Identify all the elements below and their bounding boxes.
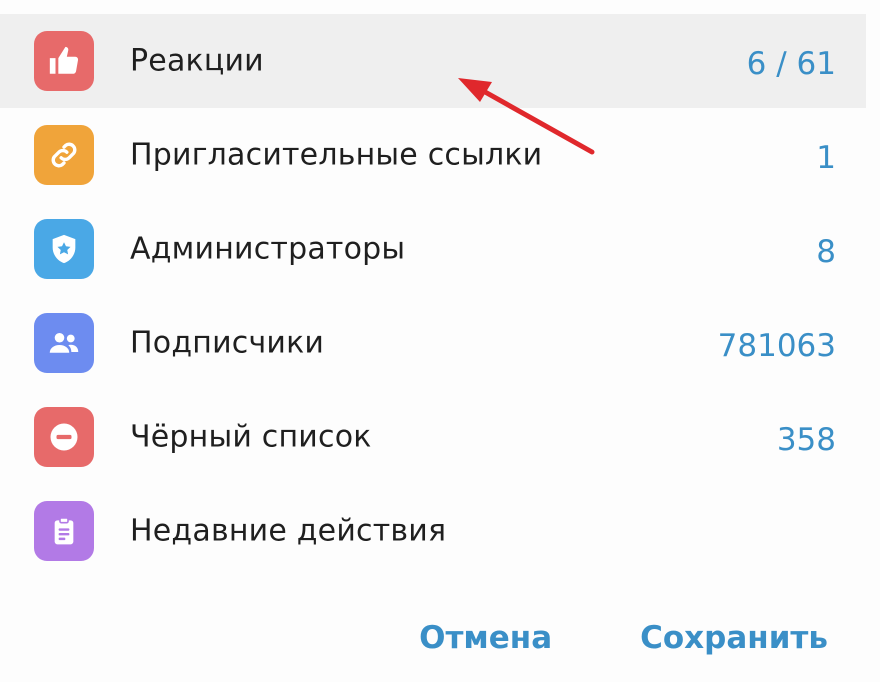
list-item-reactions[interactable]: Реакции 6 / 61 xyxy=(0,14,866,108)
people-icon xyxy=(34,313,94,373)
clipboard-icon xyxy=(34,501,94,561)
link-icon xyxy=(34,125,94,185)
item-value: 358 xyxy=(776,421,836,458)
shield-star-icon xyxy=(34,219,94,279)
item-label: Подписчики xyxy=(130,325,325,361)
settings-list: Реакции 6 / 61 Пригласительные ссылки 1 … xyxy=(0,14,866,578)
list-item-subscribers[interactable]: Подписчики 781063 xyxy=(0,296,866,390)
item-value: 8 xyxy=(816,233,836,270)
settings-panel: Реакции 6 / 61 Пригласительные ссылки 1 … xyxy=(0,0,880,682)
item-label: Недавние действия xyxy=(130,513,447,549)
minus-circle-icon xyxy=(34,407,94,467)
list-item-administrators[interactable]: Администраторы 8 xyxy=(0,202,866,296)
list-item-invite-links[interactable]: Пригласительные ссылки 1 xyxy=(0,108,866,202)
item-label: Администраторы xyxy=(130,231,406,267)
item-value: 1 xyxy=(816,139,836,176)
item-value: 781063 xyxy=(717,327,836,364)
cancel-button[interactable]: Отмена xyxy=(419,620,552,656)
item-label: Чёрный список xyxy=(130,419,372,455)
item-label: Пригласительные ссылки xyxy=(130,137,543,173)
dialog-footer: Отмена Сохранить xyxy=(419,620,828,656)
thumbs-up-icon xyxy=(34,31,94,91)
list-item-blacklist[interactable]: Чёрный список 358 xyxy=(0,390,866,484)
item-value: 6 / 61 xyxy=(746,45,836,82)
item-label: Реакции xyxy=(130,43,264,79)
list-item-recent-actions[interactable]: Недавние действия xyxy=(0,484,866,578)
save-button[interactable]: Сохранить xyxy=(640,620,828,656)
